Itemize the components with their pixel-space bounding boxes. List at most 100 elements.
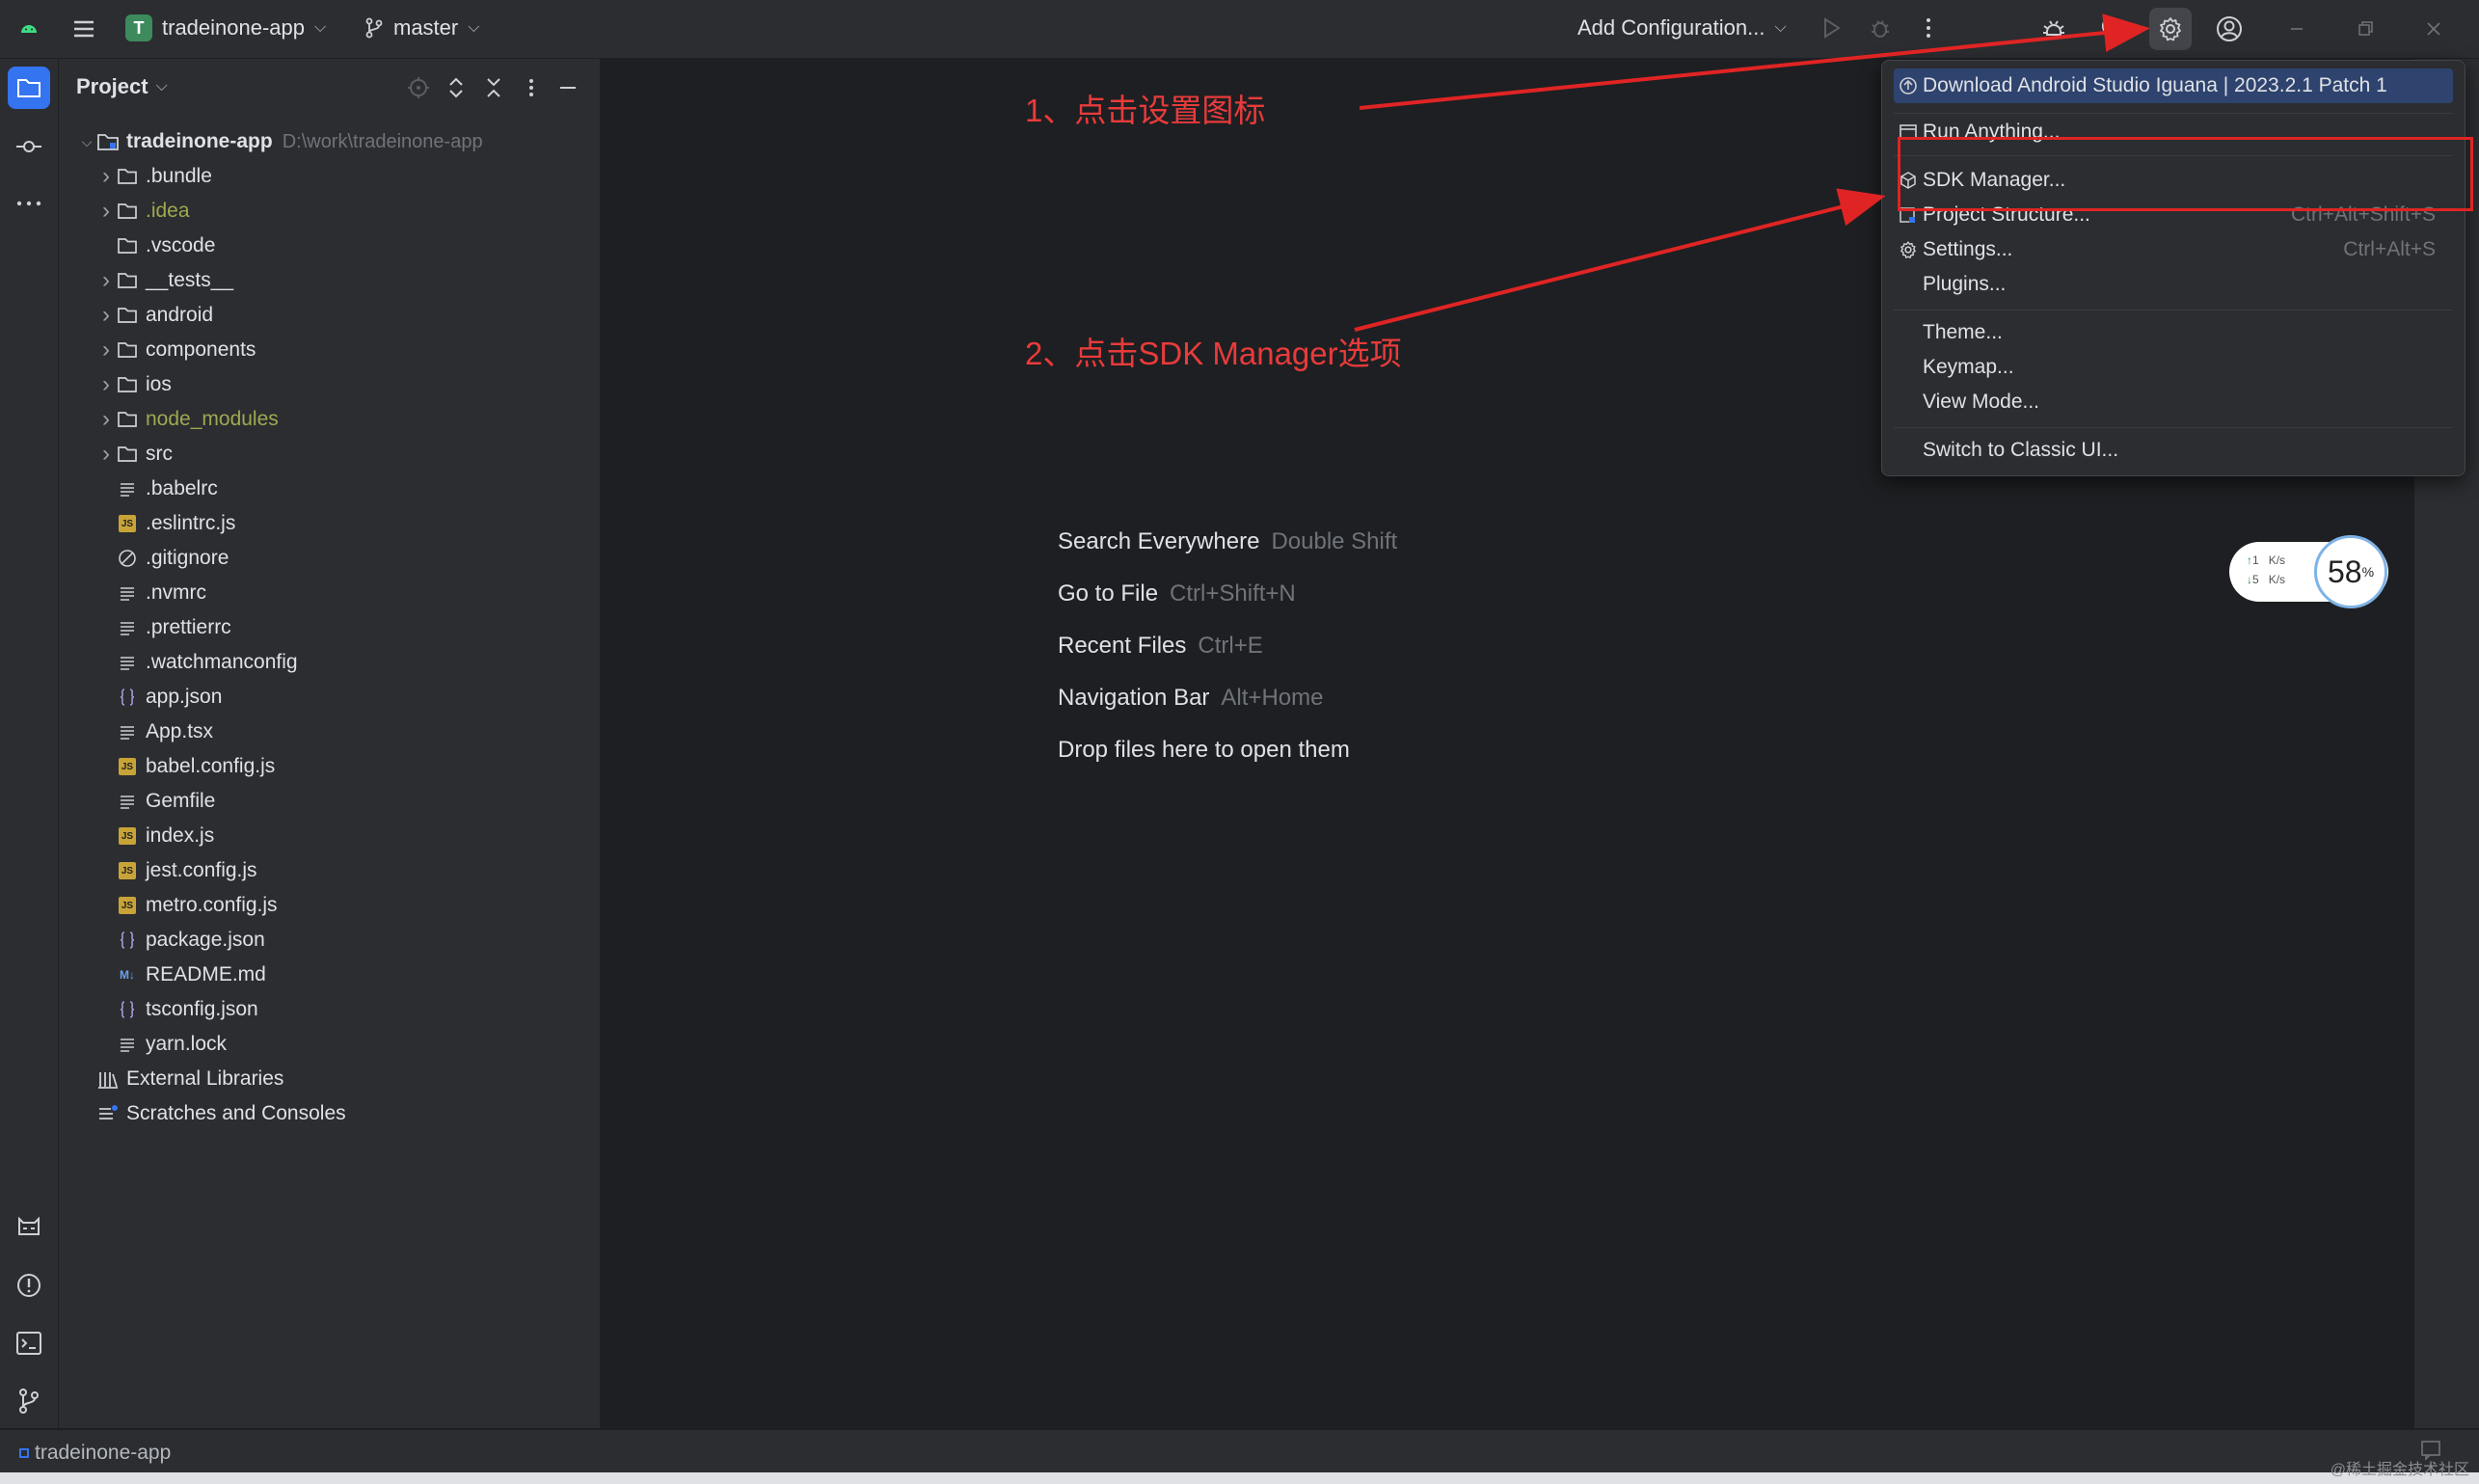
version-control-tool-button[interactable] — [8, 1380, 50, 1422]
tree-item[interactable]: app.json — [78, 680, 483, 715]
project-switcher[interactable]: T tradeinone-app ⌵ — [125, 14, 326, 41]
tree-item[interactable]: JS .eslintrc.js — [78, 506, 483, 541]
tree-item[interactable]: JS jest.config.js — [78, 853, 483, 888]
tree-item[interactable]: M↓ README.md — [78, 958, 483, 992]
chevron-right-icon[interactable]: › — [97, 441, 115, 468]
options-icon[interactable] — [520, 76, 543, 99]
tree-item[interactable]: .babelrc — [78, 472, 483, 506]
account-icon[interactable] — [2215, 14, 2244, 43]
scratches-row[interactable]: Scratches and Consoles — [78, 1096, 483, 1131]
left-tool-strip — [0, 59, 59, 1428]
hide-panel-icon[interactable] — [556, 76, 579, 99]
locate-icon[interactable] — [407, 76, 430, 99]
tree-item[interactable]: JS metro.config.js — [78, 888, 483, 923]
folder-icon — [115, 235, 140, 256]
menu-view-mode[interactable]: View Mode... — [1894, 385, 2453, 419]
chevron-right-icon[interactable]: › — [97, 302, 115, 329]
branch-switcher[interactable]: master ⌵ — [364, 15, 479, 40]
tree-item[interactable]: .prettierrc — [78, 610, 483, 645]
tree-item[interactable]: › __tests__ — [78, 263, 483, 298]
logcat-tool-button[interactable] — [8, 1206, 50, 1249]
text-file-icon — [115, 721, 140, 742]
root-path: D:\work\tradeinone-app — [282, 130, 483, 152]
menu-switch-classic-ui[interactable]: Switch to Classic UI... — [1894, 433, 2453, 468]
menu-theme[interactable]: Theme... — [1894, 315, 2453, 350]
close-icon[interactable] — [2424, 19, 2443, 39]
markdown-file-icon: M↓ — [120, 968, 135, 982]
settings-gear-button[interactable] — [2149, 8, 2192, 50]
download-unit: K/s — [2268, 573, 2286, 586]
tree-item[interactable]: .gitignore — [78, 541, 483, 576]
tree-item[interactable]: Gemfile — [78, 784, 483, 819]
library-icon — [95, 1068, 121, 1090]
tree-item[interactable]: package.json — [78, 923, 483, 958]
chevron-right-icon[interactable]: › — [97, 337, 115, 364]
more-horizontal-icon — [15, 200, 42, 207]
tree-item[interactable]: .watchmanconfig — [78, 645, 483, 680]
tree-item[interactable]: › android — [78, 298, 483, 333]
hint-shortcut: Alt+Home — [1221, 685, 1324, 711]
tree-root[interactable]: ⌵ tradeinone-app D:\work\tradeinone-app — [78, 124, 483, 159]
menu-shortcut: Ctrl+Alt+S — [2343, 238, 2436, 260]
run-configuration-selector[interactable]: Add Configuration... ⌵ — [1577, 15, 1787, 40]
tree-item[interactable]: › ios — [78, 367, 483, 402]
debug-icon[interactable] — [1868, 15, 1893, 40]
menu-plugins[interactable]: Plugins... — [1894, 267, 2453, 302]
chevron-right-icon[interactable]: › — [97, 267, 115, 294]
annotation-step-1: 1、点击设置图标 — [1025, 93, 1266, 128]
search-icon[interactable] — [2100, 15, 2125, 40]
more-tools-button[interactable] — [8, 182, 50, 225]
menu-separator — [1894, 113, 2453, 114]
tree-item[interactable]: .vscode — [78, 229, 483, 263]
tree-item[interactable]: › src — [78, 437, 483, 472]
tree-item[interactable]: JS babel.config.js — [78, 749, 483, 784]
tree-item[interactable]: › .bundle — [78, 159, 483, 194]
tree-item-label: README.md — [146, 963, 266, 985]
settings-menu: Download Android Studio Iguana | 2023.2.… — [1881, 60, 2466, 476]
restore-icon[interactable] — [2356, 19, 2375, 39]
tree-item[interactable]: App.tsx — [78, 715, 483, 749]
tree-item[interactable]: yarn.lock — [78, 1027, 483, 1062]
project-tool-button[interactable] — [8, 67, 50, 109]
run-config-label: Add Configuration... — [1577, 15, 1765, 40]
expand-all-icon[interactable] — [445, 76, 468, 99]
hint-drop-files: Drop files here to open them — [1058, 737, 1397, 789]
tree-item-label: .gitignore — [146, 547, 229, 569]
folder-icon — [115, 374, 140, 395]
tree-item[interactable]: › .idea — [78, 194, 483, 229]
hint-action: Go to File — [1058, 580, 1159, 607]
chevron-right-icon[interactable]: › — [97, 163, 115, 190]
json-file-icon — [115, 999, 140, 1020]
panel-title: Project — [76, 74, 148, 98]
tree-item[interactable]: JS index.js — [78, 819, 483, 853]
external-libraries-row[interactable]: External Libraries — [78, 1062, 483, 1096]
chevron-right-icon[interactable]: › — [97, 198, 115, 225]
tree-item[interactable]: › components — [78, 333, 483, 367]
chevron-right-icon[interactable]: › — [97, 371, 115, 398]
chevron-right-icon[interactable]: › — [97, 406, 115, 433]
tree-item[interactable]: › node_modules — [78, 402, 483, 437]
folder-icon — [115, 339, 140, 361]
android-bug-icon[interactable] — [2040, 14, 2067, 41]
menu-download-update[interactable]: Download Android Studio Iguana | 2023.2.… — [1894, 68, 2453, 103]
run-icon[interactable] — [1819, 15, 1844, 40]
android-logo-icon — [17, 17, 40, 40]
project-view-selector[interactable]: Project ⌵ — [76, 74, 168, 99]
external-libraries-label: External Libraries — [126, 1067, 284, 1090]
collapse-all-icon[interactable] — [482, 76, 505, 99]
tree-item[interactable]: tsconfig.json — [78, 992, 483, 1027]
more-actions-icon[interactable] — [1916, 15, 1941, 40]
tree-item[interactable]: .nvmrc — [78, 576, 483, 610]
problems-tool-button[interactable] — [8, 1264, 50, 1307]
module-folder-icon — [95, 131, 121, 152]
git-branch-icon — [364, 17, 384, 39]
terminal-tool-button[interactable] — [8, 1322, 50, 1364]
commit-tool-button[interactable] — [8, 125, 50, 168]
breadcrumb[interactable]: tradeinone-app — [19, 1442, 171, 1465]
javascript-file-icon: JS — [115, 756, 140, 777]
main-menu-icon[interactable] — [70, 15, 97, 42]
menu-keymap[interactable]: Keymap... — [1894, 350, 2453, 385]
minimize-icon[interactable] — [2287, 19, 2306, 39]
chevron-down-icon: ⌵ — [314, 19, 327, 36]
menu-settings[interactable]: Settings... Ctrl+Alt+S — [1894, 232, 2453, 267]
